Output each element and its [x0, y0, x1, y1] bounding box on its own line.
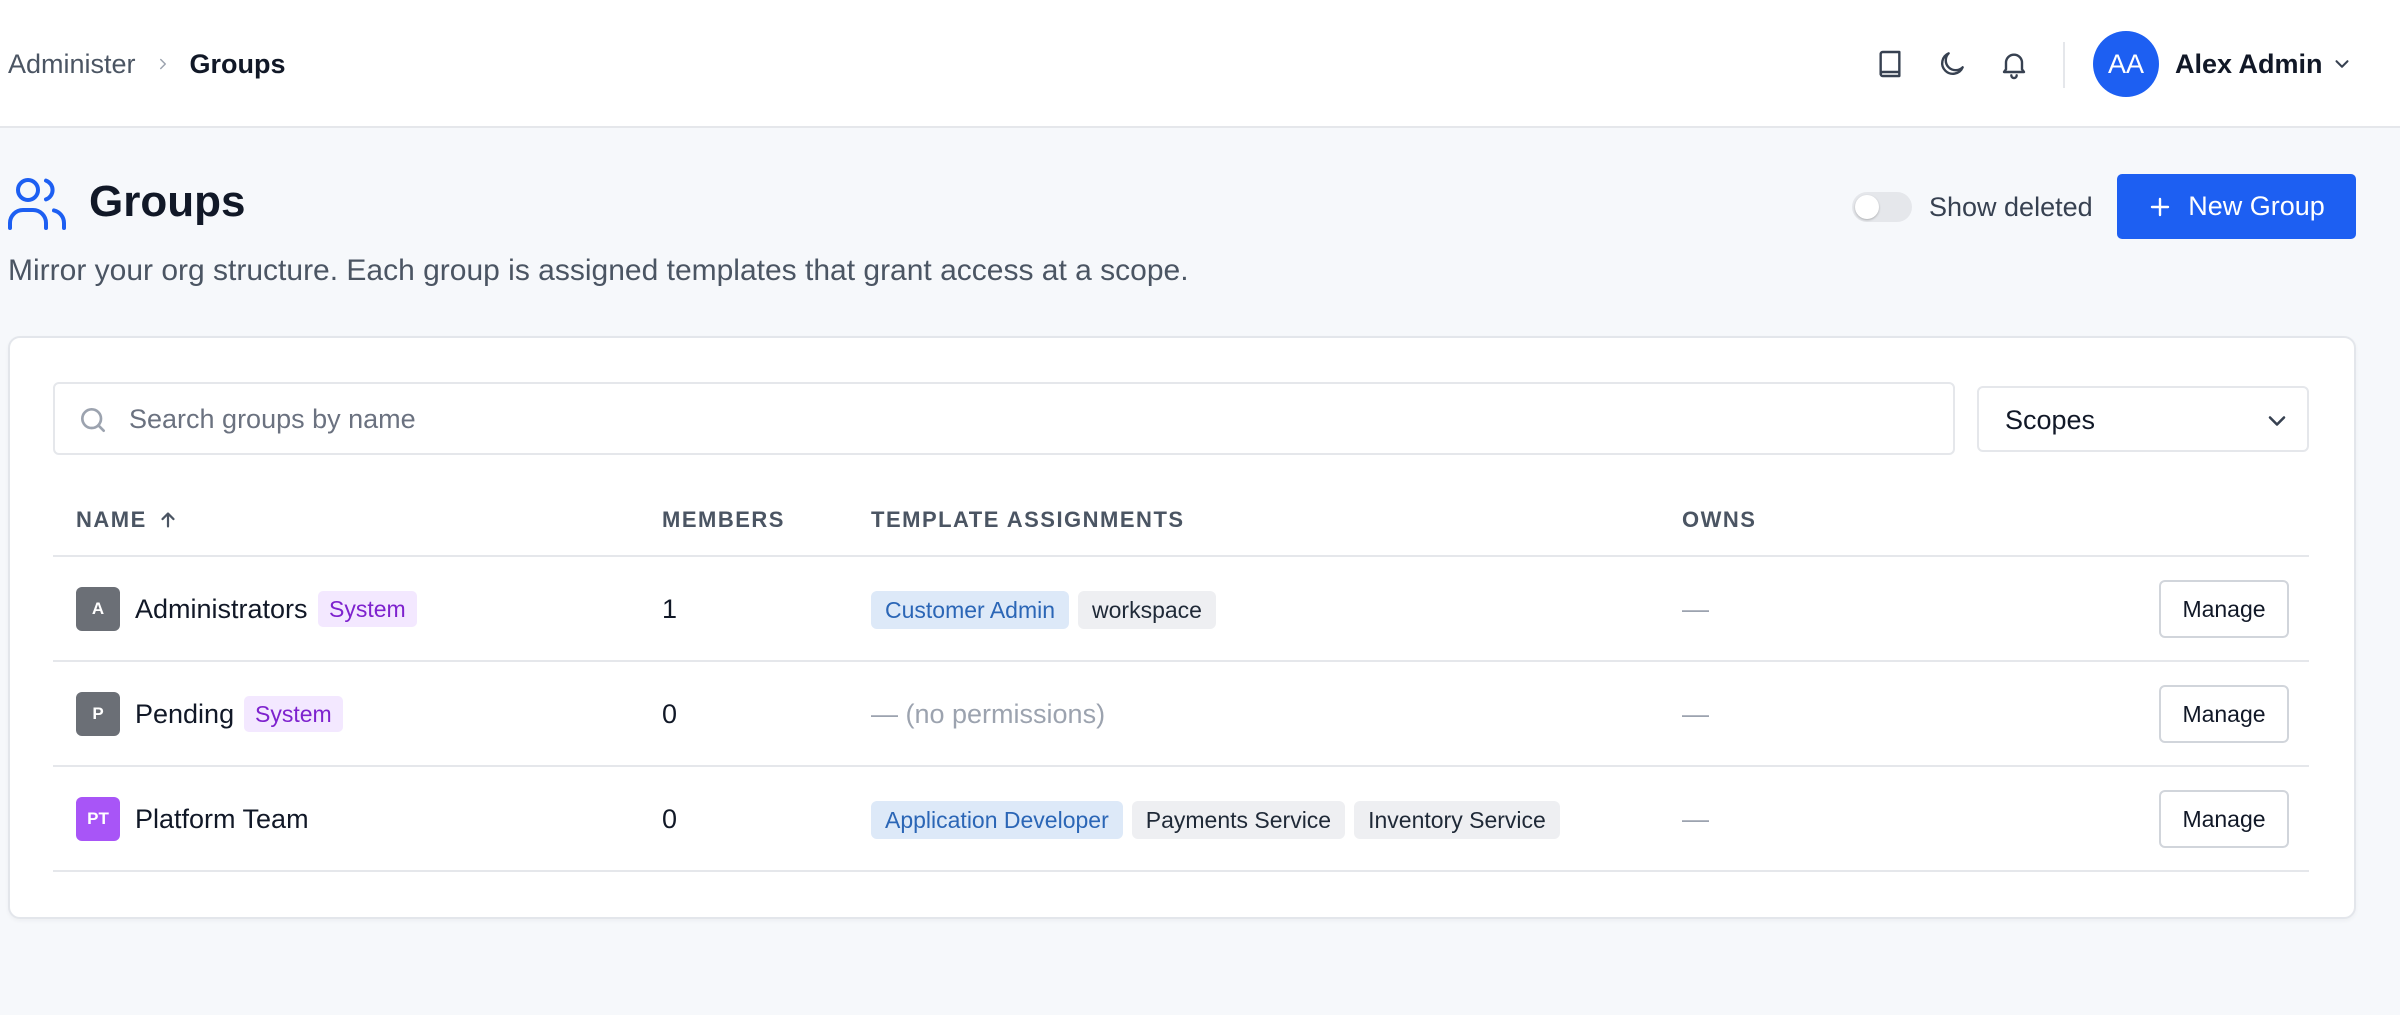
manage-button[interactable]: Manage — [2159, 685, 2289, 743]
arrow-up-icon — [161, 512, 175, 528]
owns-value: — — [1682, 699, 1709, 729]
search-icon — [81, 408, 105, 432]
breadcrumb-administer[interactable]: Administer — [8, 49, 136, 80]
table-row: PT Platform Team 0 Application Developer… — [53, 767, 2309, 872]
scope-tag: workspace — [1078, 591, 1216, 629]
table-row: P Pending System 0 — (no permissions) — … — [53, 662, 2309, 767]
group-name: Pending — [135, 699, 235, 729]
chevron-down-icon[interactable] — [2328, 50, 2356, 78]
manage-button[interactable]: Manage — [2159, 790, 2289, 848]
manage-button[interactable]: Manage — [2159, 580, 2289, 638]
owns-value: — — [1682, 804, 1709, 834]
chevron-down-icon — [2268, 416, 2286, 426]
scope-tag: Inventory Service — [1354, 801, 1560, 839]
column-header-members: MEMBERS — [662, 507, 785, 532]
top-bar: Administer Groups AA Alex Admin — [0, 0, 2400, 128]
system-badge: System — [318, 591, 417, 627]
template-assignments: Customer Admin workspace — [871, 591, 1216, 629]
users-icon — [6, 174, 70, 232]
toggle-knob — [1855, 195, 1879, 219]
table-row: A Administrators System 1 Customer Admin… — [53, 557, 2309, 662]
search-box — [53, 382, 1955, 455]
members-count: 0 — [662, 804, 678, 834]
group-avatar: P — [76, 692, 120, 736]
group-name: Administrators — [135, 594, 308, 624]
row-divider — [53, 870, 2309, 872]
members-count: 1 — [662, 594, 678, 624]
search-input[interactable] — [129, 396, 1929, 442]
user-name[interactable]: Alex Admin — [2175, 46, 2323, 82]
column-header-template-assignments: TEMPLATE ASSIGNMENTS — [871, 507, 1185, 532]
no-permissions-label: — (no permissions) — [871, 699, 1106, 729]
page-title: Groups — [89, 177, 246, 226]
members-count: 0 — [662, 699, 678, 729]
book-icon[interactable] — [1870, 44, 1910, 84]
new-group-button[interactable]: New Group — [2117, 174, 2356, 239]
owns-value: — — [1682, 594, 1709, 624]
group-avatar: A — [76, 587, 120, 631]
topbar-divider — [2063, 42, 2065, 88]
role-tag: Application Developer — [871, 801, 1123, 839]
scopes-label: Scopes — [2005, 405, 2096, 435]
scope-tag: Payments Service — [1131, 801, 1346, 839]
page-subtitle: Mirror your org structure. Each group is… — [8, 254, 1189, 287]
template-assignments: Application Developer Payments Service I… — [871, 801, 1560, 839]
plus-icon — [2151, 197, 2170, 216]
system-badge: System — [244, 696, 343, 732]
group-avatar: PT — [76, 797, 120, 841]
new-group-label: New Group — [2188, 191, 2325, 221]
column-header-name-label: NAME — [76, 507, 147, 532]
role-tag: Customer Admin — [871, 591, 1070, 629]
chevron-right-icon — [154, 55, 172, 73]
column-header-owns: OWNS — [1682, 507, 1757, 532]
column-header-name[interactable]: NAME — [76, 505, 179, 535]
avatar[interactable]: AA — [2093, 31, 2159, 97]
show-deleted-label: Show deleted — [1929, 192, 2093, 222]
show-deleted-toggle[interactable] — [1852, 192, 1912, 222]
breadcrumb-current: Groups — [189, 48, 286, 79]
group-name: Platform Team — [135, 804, 309, 834]
moon-icon[interactable] — [1932, 44, 1972, 84]
bell-icon[interactable] — [1994, 44, 2034, 84]
breadcrumb: Administer Groups — [8, 46, 286, 82]
scopes-select[interactable]: Scopes — [1977, 386, 2309, 452]
